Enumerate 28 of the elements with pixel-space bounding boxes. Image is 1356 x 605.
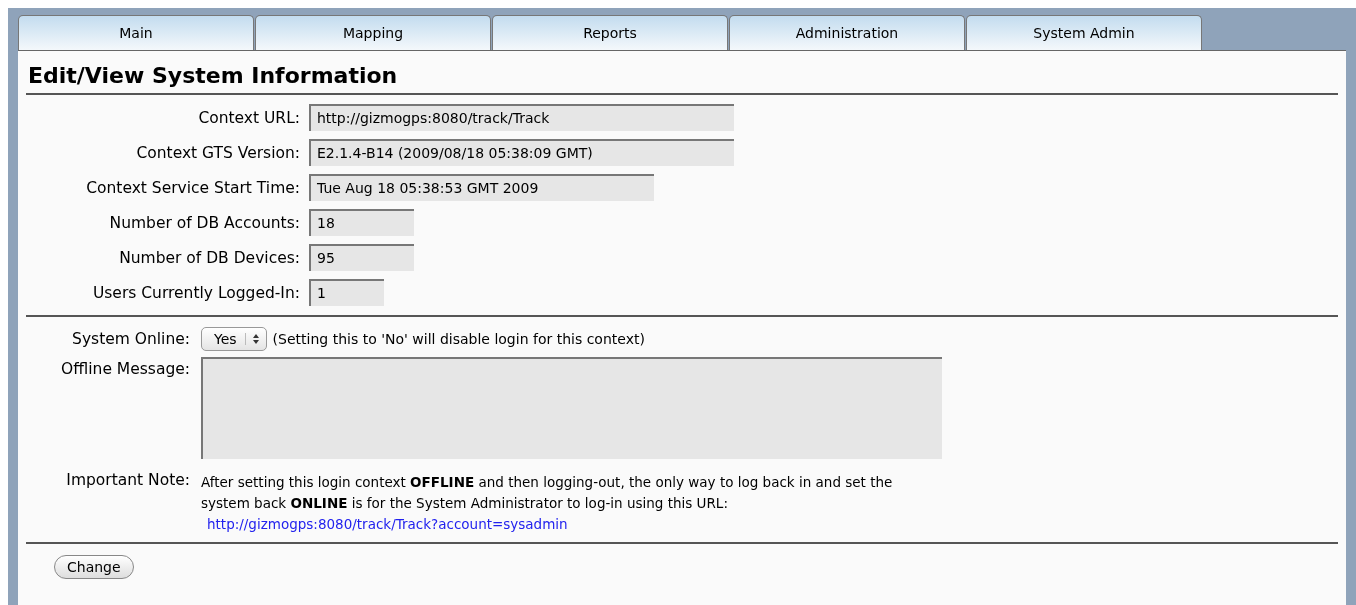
tab[interactable]: Reports: [492, 15, 728, 50]
field-label: Context Service Start Time:: [86, 178, 300, 197]
readonly-field: E2.1.4-B14 (2009/08/18 05:38:09 GMT): [309, 139, 734, 166]
readonly-field: 18: [309, 209, 414, 236]
field-label: Important Note:: [66, 470, 190, 489]
field-label: Number of DB Devices:: [119, 248, 300, 267]
tab[interactable]: Main: [18, 15, 254, 50]
field-label: Users Currently Logged-In:: [92, 283, 300, 302]
readonly-field: Tue Aug 18 05:38:53 GMT 2009: [309, 174, 654, 201]
field-label: Context URL:: [198, 108, 300, 127]
change-button[interactable]: Change: [54, 555, 134, 579]
readonly-field: 95: [309, 244, 414, 271]
tab[interactable]: Mapping: [255, 15, 491, 50]
hint-text: (Setting this to 'No' will disable login for this context): [272, 331, 645, 347]
note-text: After setting this login context OFFLINE and then logging-out, the only way to log back in and set the system back ONLINE is for the System Administrator to log-in using this URL:: [201, 473, 894, 513]
field-label: Number of DB Accounts:: [109, 213, 300, 232]
updown-arrows-icon: [244, 333, 260, 345]
field-label: Context GTS Version:: [136, 143, 300, 162]
readonly-field: http://gizmogps:8080/track/Track: [309, 104, 734, 131]
text-area[interactable]: [201, 357, 942, 459]
link[interactable]: http://gizmogps:8080/track/Track?account=sysadmin: [207, 514, 901, 535]
page-title: Edit/View System Information: [28, 63, 399, 88]
field-label: Offline Message:: [61, 359, 190, 378]
field-label: System Online:: [72, 329, 190, 348]
tab[interactable]: Administration: [729, 15, 965, 50]
readonly-field: 1: [309, 279, 384, 306]
tab[interactable]: System Admin: [966, 15, 1202, 50]
dropdown[interactable]: Yes: [201, 327, 267, 351]
